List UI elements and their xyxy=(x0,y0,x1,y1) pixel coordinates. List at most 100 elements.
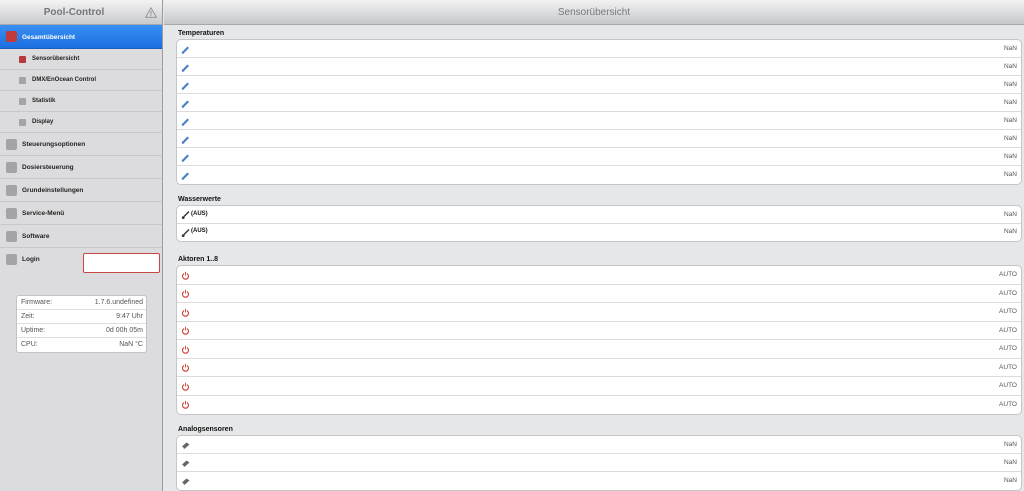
row-label: (AUS) xyxy=(191,210,208,217)
sidebar-item-label: Login xyxy=(22,256,40,263)
sidebar-item-label: Dosiersteuerung xyxy=(22,164,74,171)
row-value: AUTO xyxy=(999,345,1017,353)
sidebar-item-dmx-enocean-control[interactable]: DMX/EnOcean Control xyxy=(0,70,162,91)
nav-bullet-icon xyxy=(6,254,17,265)
thermometer-icon xyxy=(181,136,189,144)
row-value: NaN xyxy=(1003,117,1017,124)
sidebar-item-gesamt-bersicht[interactable]: Gesamtübersicht xyxy=(0,25,162,49)
info-value: 9:47 Uhr xyxy=(116,313,143,320)
nav-bullet-icon xyxy=(19,119,26,126)
list-item[interactable]: NaN xyxy=(177,76,1021,94)
list-item[interactable]: NaN xyxy=(177,436,1021,454)
nav-bullet-icon xyxy=(6,31,17,42)
row-value: AUTO xyxy=(999,400,1017,408)
list-item[interactable]: NaN xyxy=(177,472,1021,490)
row-value: AUTO xyxy=(999,308,1017,316)
section-title-temperaturen: Temperaturen xyxy=(178,30,225,37)
power-icon xyxy=(181,401,190,409)
info-key: Zeit: xyxy=(21,313,35,320)
row-value: NaN xyxy=(1003,459,1017,466)
sensor-icon xyxy=(182,478,190,485)
list-item[interactable]: NaN xyxy=(177,112,1021,130)
sidebar-item-login[interactable]: Login xyxy=(0,248,162,276)
sensor-icon xyxy=(182,460,190,467)
list-item[interactable]: NaN xyxy=(177,58,1021,76)
list-item[interactable]: AUTO xyxy=(177,396,1021,415)
row-value: NaN xyxy=(1003,441,1017,448)
thermometer-icon xyxy=(181,172,189,180)
info-row: Firmware: 1.7.6.undefined xyxy=(17,296,146,310)
info-key: Firmware: xyxy=(21,299,53,306)
row-value: NaN xyxy=(1003,99,1017,106)
power-icon xyxy=(181,271,190,280)
sidebar-item-grundeinstellungen[interactable]: Grundeinstellungen xyxy=(0,179,162,202)
list-item[interactable]: AUTO xyxy=(177,266,1021,285)
nav-bullet-icon xyxy=(6,208,17,219)
sensor-icon xyxy=(182,442,190,449)
list-item[interactable]: AUTO xyxy=(177,340,1021,359)
list-item[interactable]: (AUS) NaN xyxy=(177,206,1021,224)
list-item[interactable]: NaN xyxy=(177,454,1021,472)
row-value: NaN xyxy=(1003,171,1017,178)
sidebar-item-service-men[interactable]: Service-Menü xyxy=(0,202,162,225)
row-value: NaN xyxy=(1003,477,1017,484)
nav-bullet-icon xyxy=(6,185,17,196)
list-item[interactable]: NaN xyxy=(177,130,1021,148)
sidebar: Pool-Control Gesamtübersicht Sensorübersi… xyxy=(0,0,163,491)
nav-bullet-icon xyxy=(6,162,17,173)
sidebar-item-display[interactable]: Display xyxy=(0,112,162,133)
nav-bullet-icon xyxy=(6,139,17,150)
warning-triangle-icon[interactable] xyxy=(145,7,157,18)
power-icon xyxy=(181,364,190,372)
list-item[interactable]: AUTO xyxy=(177,322,1021,340)
list-item[interactable]: NaN xyxy=(177,148,1021,166)
info-key: Uptime: xyxy=(21,327,46,334)
sidebar-item-software[interactable]: Software xyxy=(0,225,162,248)
info-value: 1.7.6.undefined xyxy=(94,299,143,306)
row-value: AUTO xyxy=(999,326,1017,334)
sidebar-item-label: Display xyxy=(32,119,54,125)
sidebar-item-label: Steuerungsoptionen xyxy=(22,141,86,148)
sidebar-item-steuerungsoptionen[interactable]: Steuerungsoptionen xyxy=(0,133,162,156)
list-item[interactable]: AUTO xyxy=(177,377,1021,396)
row-label: (AUS) xyxy=(191,228,208,235)
thermometer-icon xyxy=(181,82,189,90)
power-icon xyxy=(181,308,190,317)
row-value: AUTO xyxy=(999,289,1017,297)
app-title: Pool-Control xyxy=(43,7,105,18)
thermometer-icon xyxy=(181,100,189,108)
thermometer-icon xyxy=(181,154,189,162)
list-item[interactable]: AUTO xyxy=(177,285,1021,303)
sidebar-item-dosiersteuerung[interactable]: Dosiersteuerung xyxy=(0,156,162,179)
section-title-wasserwerte: Wasserwerte xyxy=(178,196,221,203)
info-value: NaN °C xyxy=(119,341,143,348)
login-password-input[interactable] xyxy=(83,253,160,273)
list-item[interactable]: AUTO xyxy=(177,303,1021,322)
power-icon xyxy=(181,327,190,335)
section-title-aktoren-1-8: Aktoren 1..8 xyxy=(178,256,219,263)
info-key: CPU: xyxy=(21,341,38,348)
list-item[interactable]: NaN xyxy=(177,94,1021,112)
sidebar-item-statistik[interactable]: Statistik xyxy=(0,91,162,112)
row-value: NaN xyxy=(1003,210,1017,218)
thermometer-icon xyxy=(181,46,189,54)
row-value: NaN xyxy=(1003,63,1017,70)
sidebar-item-sensor-bersicht[interactable]: Sensorübersicht xyxy=(0,49,162,70)
list-item[interactable]: NaN xyxy=(177,40,1021,58)
list-item[interactable]: (AUS) NaN xyxy=(177,224,1021,242)
sidebar-item-label: Gesamtübersicht xyxy=(22,34,76,41)
nav-bullet-icon xyxy=(19,98,26,105)
nav-bullet-icon xyxy=(19,56,26,63)
row-value: NaN xyxy=(1003,45,1017,52)
sensor-group-temperaturen: NaN NaN NaN NaN NaN NaN NaN NaN xyxy=(176,39,1022,185)
row-value: NaN xyxy=(1003,81,1017,88)
sidebar-item-label: Grundeinstellungen xyxy=(22,187,84,194)
info-row: Zeit: 9:47 Uhr xyxy=(17,310,146,324)
probe-icon xyxy=(181,228,190,237)
nav-bullet-icon xyxy=(19,77,26,84)
list-item[interactable]: NaN xyxy=(177,166,1021,184)
sensor-group-aktoren-1-8: AUTO AUTO AUTO AUTO AUTO AUTO AUTO AUTO xyxy=(176,265,1022,415)
list-item[interactable]: AUTO xyxy=(177,359,1021,377)
probe-icon xyxy=(181,211,190,220)
power-icon xyxy=(181,290,190,298)
